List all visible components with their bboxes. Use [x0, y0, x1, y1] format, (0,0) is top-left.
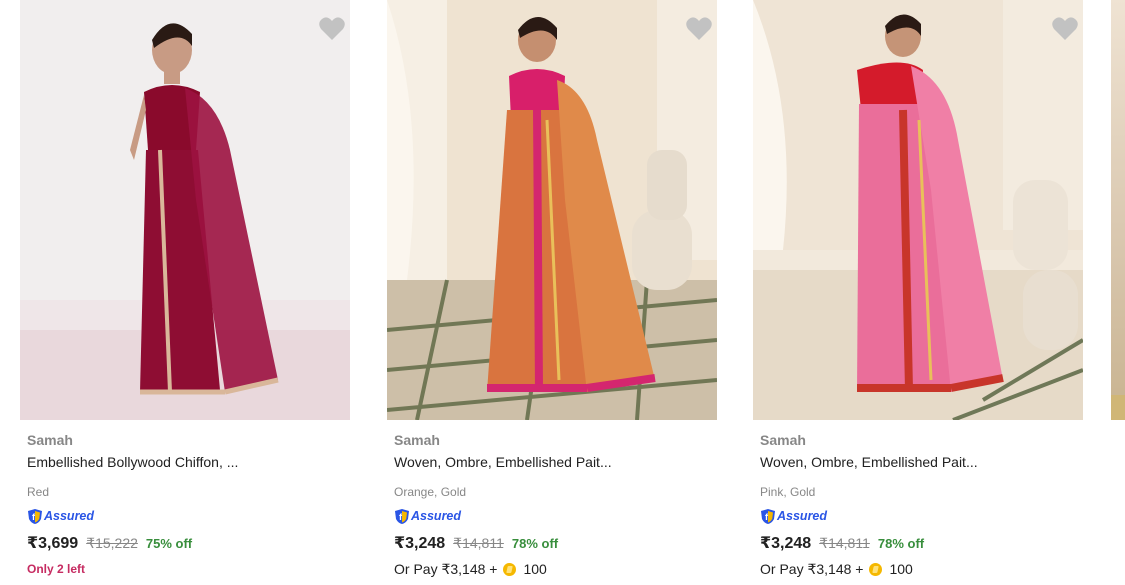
assured-label: Assured: [44, 509, 95, 523]
product-color: Red: [27, 485, 50, 499]
pay-label: Or Pay ₹3,148 +: [760, 560, 864, 577]
product-image[interactable]: [20, 0, 350, 420]
wishlist-heart-icon[interactable]: [318, 16, 346, 42]
pay-label: Or Pay ₹3,148 +: [394, 560, 498, 577]
assured-shield-icon: f: [761, 508, 775, 524]
discount-percent: 78% off: [511, 535, 559, 551]
assured-shield-icon: f: [28, 508, 42, 524]
original-price: ₹15,222: [86, 534, 138, 551]
product-card[interactable]: Samah Embellished Bollywood Chiffon, ...…: [20, 0, 350, 585]
coin-amount: 100: [889, 561, 913, 577]
discount-percent: 78% off: [877, 535, 925, 551]
price-row: ₹3,699 ₹15,222 75% off: [27, 531, 347, 555]
selling-price: ₹3,248: [760, 535, 812, 552]
selling-price: ₹3,699: [27, 535, 79, 552]
product-card[interactable]: Samah Woven, Ombre, Embellished Pait... …: [753, 0, 1083, 585]
coin-amount: 100: [523, 561, 547, 577]
assured-badge: f Assured: [760, 508, 1080, 524]
product-brand: Samah: [394, 432, 440, 448]
next-product-image-peek-border: [1111, 395, 1125, 420]
product-image[interactable]: [387, 0, 717, 420]
price-row: ₹3,248 ₹14,811 78% off: [760, 531, 1080, 555]
wishlist-heart-icon[interactable]: [1051, 16, 1079, 42]
stock-note: Only 2 left: [27, 562, 86, 576]
supercoin-icon: [869, 562, 883, 576]
original-price: ₹14,811: [819, 534, 870, 551]
next-product-image-peek[interactable]: [1111, 0, 1125, 420]
product-color: Pink, Gold: [760, 485, 816, 499]
assured-shield-icon: f: [395, 508, 409, 524]
pay-with-coins-row: Or Pay ₹3,148 + 100: [394, 559, 714, 579]
wishlist-heart-icon[interactable]: [685, 16, 713, 42]
product-card[interactable]: Samah Woven, Ombre, Embellished Pait... …: [387, 0, 717, 585]
assured-label: Assured: [411, 509, 462, 523]
pay-with-coins-row: Or Pay ₹3,148 + 100: [760, 559, 1080, 579]
assured-badge: f Assured: [27, 508, 347, 524]
supercoin-icon: [503, 562, 517, 576]
product-title-link[interactable]: Woven, Ombre, Embellished Pait...: [394, 451, 714, 473]
price-row: ₹3,248 ₹14,811 78% off: [394, 531, 714, 555]
assured-label: Assured: [777, 509, 828, 523]
original-price: ₹14,811: [453, 534, 504, 551]
product-image[interactable]: [753, 0, 1083, 420]
product-color: Orange, Gold: [394, 485, 467, 499]
product-title-link[interactable]: Woven, Ombre, Embellished Pait...: [760, 451, 1080, 473]
product-title-link[interactable]: Embellished Bollywood Chiffon, ...: [27, 451, 347, 473]
selling-price: ₹3,248: [394, 535, 446, 552]
product-brand: Samah: [27, 432, 73, 448]
discount-percent: 75% off: [145, 535, 193, 551]
product-brand: Samah: [760, 432, 806, 448]
assured-badge: f Assured: [394, 508, 714, 524]
